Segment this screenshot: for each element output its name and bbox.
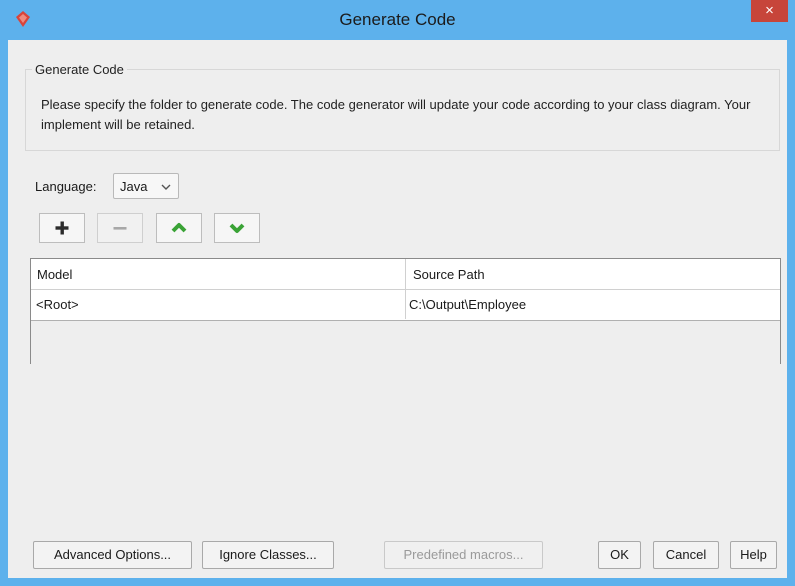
close-button[interactable]: × [751,0,788,22]
window-title: Generate Code [339,10,456,29]
chevron-down-icon [161,184,171,190]
move-down-button[interactable] [214,213,260,243]
language-label: Language: [35,179,97,194]
group-legend: Generate Code [32,62,127,77]
column-header-model[interactable]: Model [31,259,405,290]
table-cell-model[interactable]: <Root> [31,290,405,319]
remove-button[interactable] [97,213,143,243]
code-mapping-table: Model Source Path <Root> C:\Output\Emplo… [30,258,781,364]
advanced-options-button[interactable]: Advanced Options... [33,541,192,569]
table-empty-area [31,320,780,364]
group-description: Please specify the folder to generate co… [41,97,751,132]
table-cell-source-path[interactable]: C:\Output\Employee [405,290,780,319]
move-up-icon [171,223,187,233]
add-button[interactable] [39,213,85,243]
plus-icon [55,221,69,235]
predefined-macros-button[interactable]: Predefined macros... [384,541,543,569]
language-select[interactable]: Java [113,173,179,199]
ok-button[interactable]: OK [598,541,641,569]
ignore-classes-button[interactable]: Ignore Classes... [202,541,334,569]
move-down-icon [229,223,245,233]
dialog-body: Generate Code Please specify the folder … [8,40,787,578]
language-selected-value: Java [120,179,148,194]
column-header-source-path[interactable]: Source Path [405,259,780,290]
generate-code-dialog: Generate Code × Generate Code Please spe… [0,0,795,586]
help-button[interactable]: Help [730,541,777,569]
title-bar[interactable]: Generate Code × [0,0,795,40]
move-up-button[interactable] [156,213,202,243]
minus-icon [113,227,127,230]
cancel-button[interactable]: Cancel [653,541,719,569]
